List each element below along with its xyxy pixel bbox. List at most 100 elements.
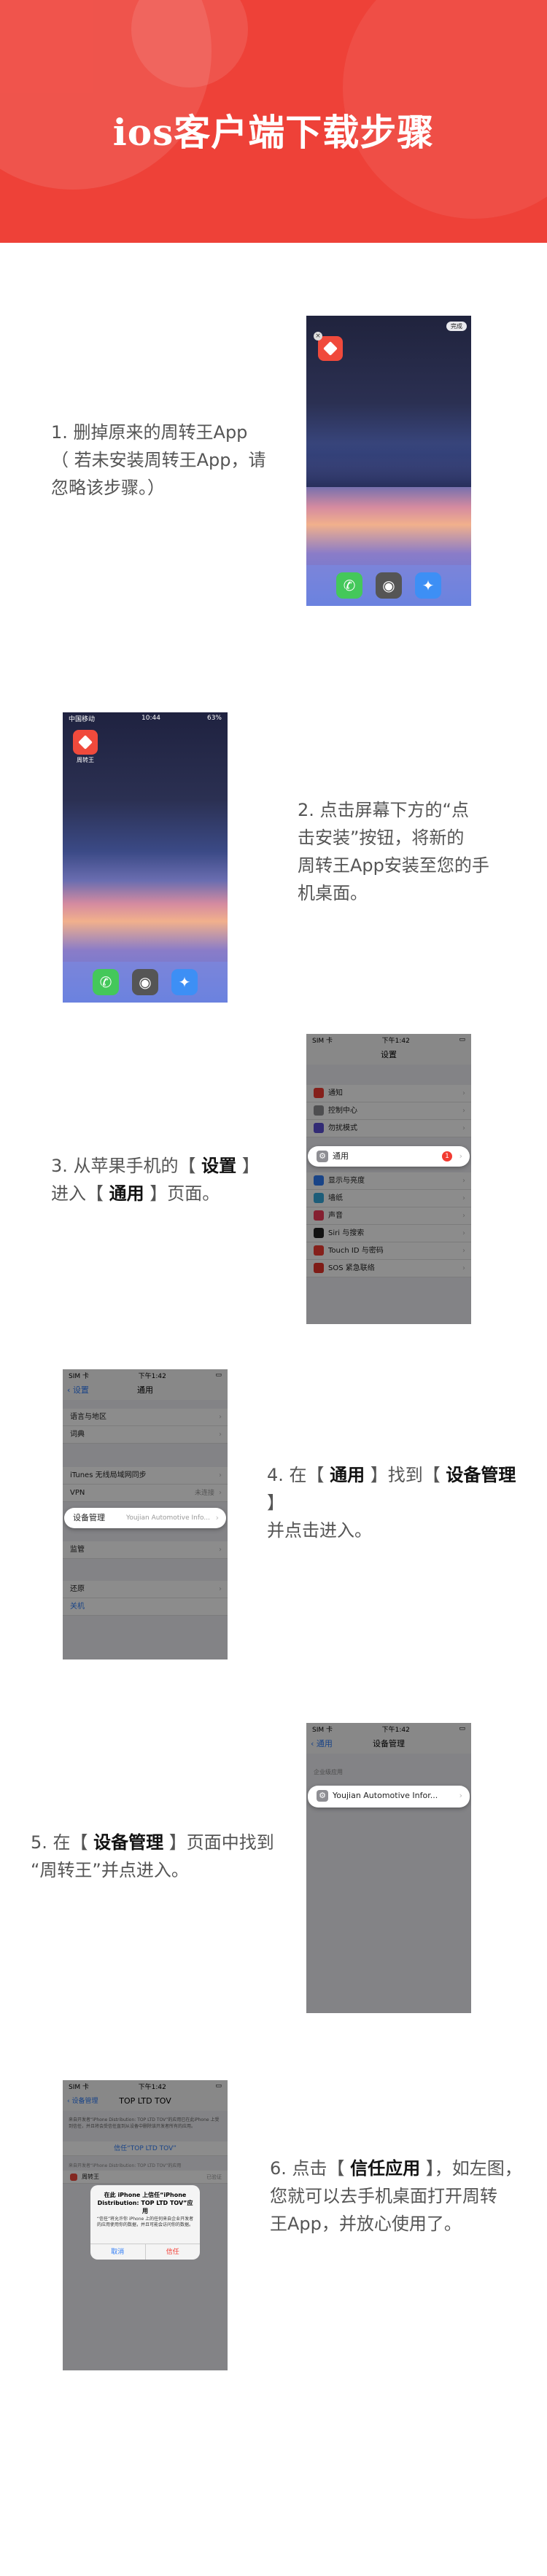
safari-icon[interactable]: ✦ xyxy=(171,969,198,995)
general-row[interactable]: 词典 › xyxy=(63,1426,228,1444)
row-label: Touch ID 与密码 xyxy=(328,1247,384,1255)
screenshot-home-installed: 中国移动 10:44 63% 周转王 ✆ ◉ ✦ xyxy=(63,712,228,1003)
settings-row[interactable]: 通知 › xyxy=(306,1085,471,1102)
app-label: 周转王 xyxy=(77,757,94,763)
settings-row[interactable]: Siri 与搜索 › xyxy=(306,1225,471,1242)
step-3-pre: 3. 从苹果手机的【 xyxy=(51,1156,202,1176)
row-label: 设备管理 xyxy=(73,1513,105,1522)
chevron-right-icon: › xyxy=(462,1264,465,1272)
general-row[interactable]: iTunes 无线局域网同步 › xyxy=(63,1467,228,1484)
step-4-mid: 】找到【 xyxy=(365,1465,446,1485)
settings-row[interactable]: 声音 › xyxy=(306,1207,471,1225)
chevron-right-icon: › xyxy=(219,1413,222,1421)
chevron-right-icon: › xyxy=(219,1471,222,1479)
camera-icon[interactable]: ◉ xyxy=(376,572,402,599)
back-label: 设置 xyxy=(72,1385,89,1395)
dim-overlay xyxy=(306,1723,471,2013)
back-button[interactable]: ‹ 通用 xyxy=(311,1735,333,1754)
general-row[interactable]: 监管 › xyxy=(63,1541,228,1559)
device-value: Youjian Automotive Info... xyxy=(126,1514,210,1522)
step-2-line: 机桌面。 xyxy=(298,883,368,903)
row-label: iTunes 无线局域网同步 xyxy=(70,1471,147,1479)
trust-alert-dialog: 在此 iPhone 上信任“iPhone Distribution: TOP L… xyxy=(90,2185,200,2260)
section-header: 来自开发者“iPhone Distribution: TOP LTD TOV”的… xyxy=(69,2163,182,2168)
step-6-line3: 王App，并放心使用了。 xyxy=(270,2214,462,2234)
camera-icon[interactable]: ◉ xyxy=(132,969,158,995)
settings-row[interactable]: 控制中心 › xyxy=(306,1102,471,1120)
zhouzhuanwang-app-icon[interactable] xyxy=(318,336,343,361)
app-icon xyxy=(70,2173,77,2181)
screenshot-settings: SIM 卡 下午1:42 ▭ 设置 通知 › 控制中心 › 勿扰模式 › 显示与亮度 ›… xyxy=(306,1034,471,1324)
app-row: 周转王 已验证 xyxy=(63,2171,228,2184)
general-row[interactable]: VPN 未连接 › xyxy=(63,1484,228,1502)
carrier: 中国移动 xyxy=(69,715,96,723)
chevron-right-icon: › xyxy=(219,1431,222,1439)
battery: 63% xyxy=(206,715,222,722)
status-bar: SIM 卡 下午1:42 ▭ xyxy=(306,1034,471,1046)
safari-icon[interactable]: ✦ xyxy=(415,572,441,599)
delete-badge-icon[interactable]: × xyxy=(314,332,322,341)
nav-bar: ‹ 设备管理 TOP LTD TOV xyxy=(63,2092,228,2111)
enterprise-app-row-highlight[interactable]: ⚙ Youjian Automotive Infor... › xyxy=(308,1786,470,1808)
general-row[interactable]: 还原 › xyxy=(63,1581,228,1598)
battery-icon: ▭ xyxy=(215,1371,222,1379)
step-4-text: 4. 在【 通用 】找到【 设备管理 】 并点击进入。 xyxy=(267,1461,537,1544)
chevron-right-icon: › xyxy=(219,1585,222,1593)
settings-row[interactable]: 勿扰模式 › xyxy=(306,1120,471,1137)
settings-row[interactable]: Touch ID 与密码 › xyxy=(306,1242,471,1260)
row-label: 监管 xyxy=(70,1546,85,1554)
device-management-row-highlight[interactable]: 设备管理 Youjian Automotive Info... › xyxy=(64,1508,226,1528)
chevron-right-icon: › xyxy=(462,1194,465,1202)
alert-cancel-button[interactable]: 取消 xyxy=(90,2244,146,2260)
update-badge: 1 xyxy=(442,1151,452,1161)
back-button[interactable]: ‹ 设置 xyxy=(67,1381,89,1400)
display-icon xyxy=(314,1175,324,1186)
status-bar: 中国移动 10:44 63% xyxy=(63,712,228,724)
chevron-right-icon: › xyxy=(462,1247,465,1255)
step-2-line: 2. 点击屏幕下方的“点 xyxy=(298,800,469,820)
back-button[interactable]: ‹ 设备管理 xyxy=(67,2092,98,2111)
battery-icon: ▭ xyxy=(459,1725,465,1732)
carrier: SIM 卡 xyxy=(69,1372,89,1380)
trust-link[interactable]: 信任“TOP LTD TOV” xyxy=(63,2141,228,2156)
row-label: 词典 xyxy=(70,1431,85,1439)
wallpaper-icon xyxy=(314,1193,324,1203)
phone-icon[interactable]: ✆ xyxy=(336,572,362,599)
chevron-right-icon: › xyxy=(462,1177,465,1185)
step-6-line2: 您就可以去手机桌面打开周转 xyxy=(270,2186,497,2206)
settings-row[interactable]: SOS 紧急联络 › xyxy=(306,1260,471,1277)
alert-trust-button[interactable]: 信任 xyxy=(146,2244,201,2260)
chevron-right-icon: › xyxy=(215,1513,219,1522)
chevron-right-icon: › xyxy=(459,1151,462,1161)
dock: ✆ ◉ ✦ xyxy=(306,565,471,606)
step-4-pre: 4. 在【 xyxy=(267,1465,330,1485)
keyword-general: 通用 xyxy=(109,1183,144,1204)
step-6-mid: 】，如左图， xyxy=(420,2158,522,2179)
settings-row[interactable]: 显示与亮度 › xyxy=(306,1172,471,1190)
step-3-mid: 】 xyxy=(236,1156,260,1176)
gear-icon: ⚙ xyxy=(317,1151,328,1162)
step-1-line: （ 若未安装周转王App，请 xyxy=(51,450,266,470)
phone-icon[interactable]: ✆ xyxy=(93,969,119,995)
screenshot-device-management: SIM 卡 下午1:42 ▭ ‹ 通用 设备管理 企业级应用 ⚙ Youjian A… xyxy=(306,1723,471,2013)
row-label: 通用 xyxy=(333,1151,349,1161)
nav-bar: ‹ 通用 设备管理 xyxy=(306,1735,471,1754)
page: ios客户端下载步骤 1. 删掉原来的周转王App （ 若未安装周转王App，请… xyxy=(0,0,547,2576)
settings-row[interactable]: 墙纸 › xyxy=(306,1190,471,1207)
clock: 下午1:42 xyxy=(381,1726,410,1734)
general-row-highlight[interactable]: ⚙ 通用 1 › xyxy=(308,1146,470,1167)
row-label: 墙纸 xyxy=(328,1194,343,1202)
row-label: VPN xyxy=(70,1489,85,1497)
zhouzhuanwang-app-icon[interactable] xyxy=(73,730,98,755)
done-button[interactable]: 完成 xyxy=(446,322,467,331)
step-2-line: 击安装”按钮，将新的 xyxy=(298,828,465,848)
shutdown-row[interactable]: 关机 xyxy=(63,1598,228,1616)
row-label: Siri 与搜索 xyxy=(328,1229,365,1237)
step-5-line2: “周转王”并点进入。 xyxy=(31,1860,189,1880)
general-row[interactable]: 语言与地区 › xyxy=(63,1409,228,1426)
clock: 下午1:42 xyxy=(138,1372,166,1380)
chevron-right-icon: › xyxy=(462,1212,465,1220)
section-header: 企业级应用 xyxy=(314,1769,343,1775)
nav-title: 通用 xyxy=(137,1385,153,1395)
step-5-pre: 5. 在【 xyxy=(31,1832,94,1853)
